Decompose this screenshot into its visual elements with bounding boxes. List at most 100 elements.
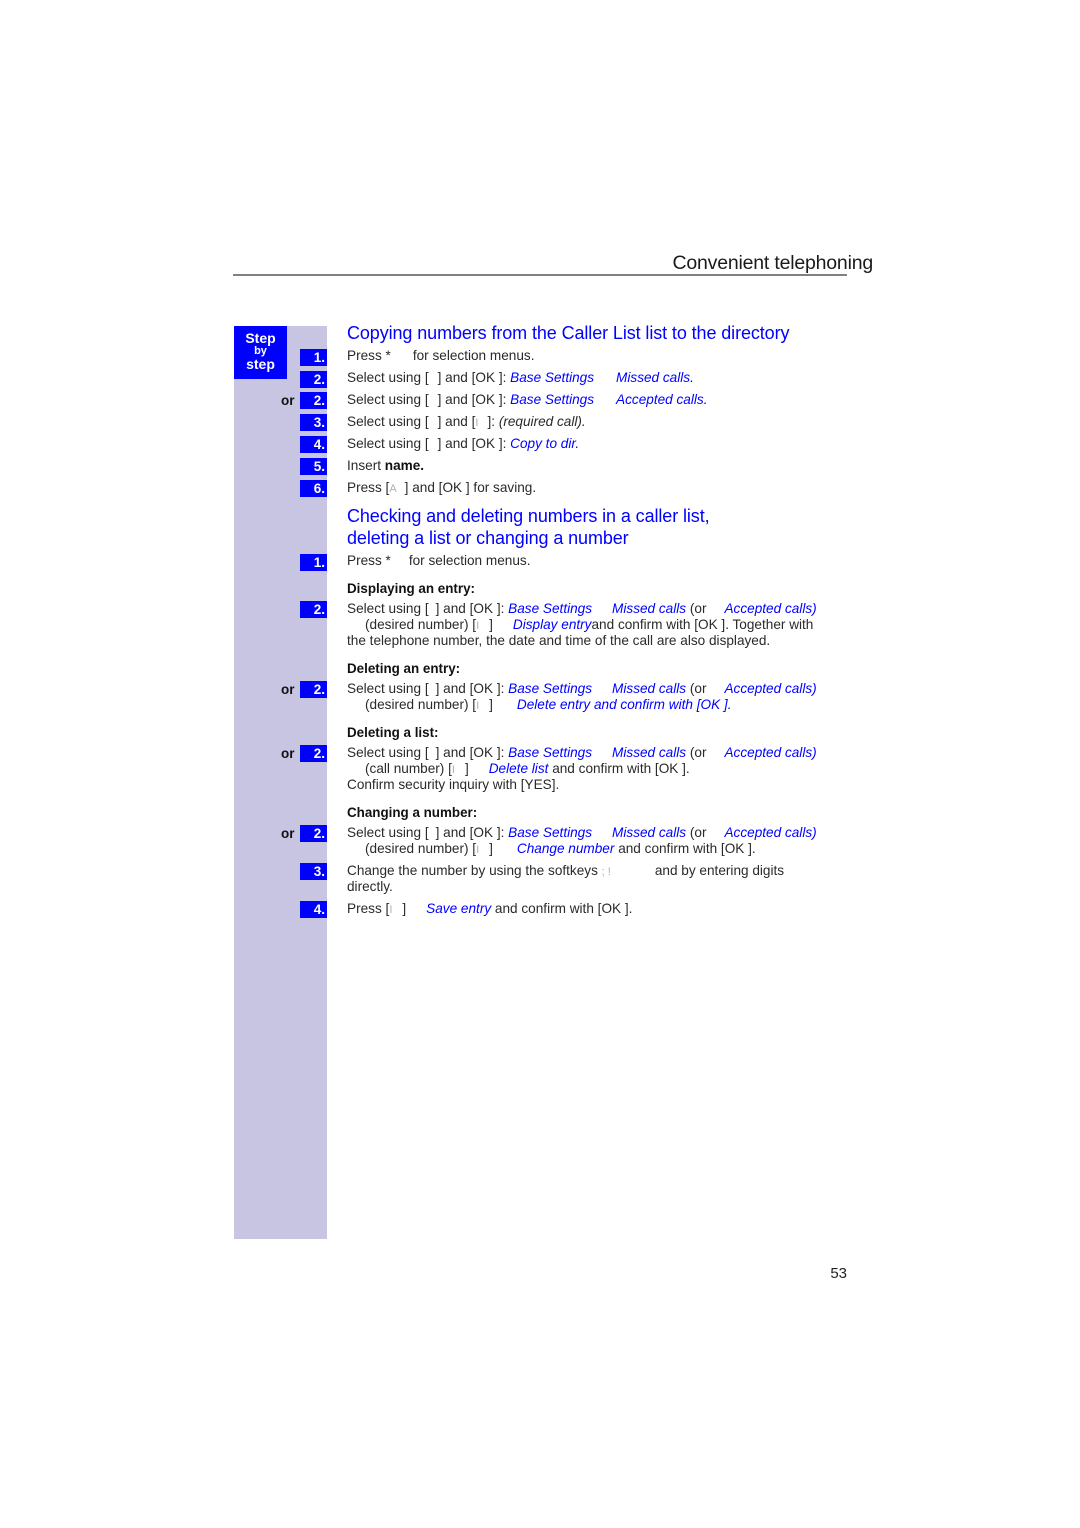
menu-link-accepted-calls[interactable]: Accepted calls) [724,825,816,840]
text: (desired number) [ [365,697,477,712]
subheading-changing-number: Changing a number: [347,805,478,820]
instruction-line: directly. [347,879,393,896]
text: Select using [ [347,825,429,840]
step-number: 2. [300,745,327,762]
instruction-line: Select using [] and [OK ]: Base Settings… [347,392,707,409]
menu-link-accepted-calls[interactable]: Accepted calls) [724,681,816,696]
key-icon: I [476,620,480,632]
step-number: 2. [300,601,327,618]
header-rule [233,274,847,276]
instruction-line: (desired number) [I] Display entryand con… [365,617,813,635]
text: Select using [ [347,745,429,760]
text: and confirm with [OK ]. [494,901,633,916]
instruction-line: Select using [] and [I]: (required call)… [347,414,586,432]
text: the telephone number, the date and time … [347,633,771,648]
text: and confirm with [OK ]. Together with [591,617,814,632]
instruction-line: Change the number by using the softkeys … [347,863,784,881]
text: ] and [OK ]: [435,745,505,760]
step-number: 1. [300,554,327,571]
text: (desired number) [ [365,617,477,632]
section-title-checking-line1: Checking and deleting numbers in a calle… [347,506,710,526]
text: ] and [OK ]: [437,370,507,385]
or-label: or [281,746,295,761]
key-icon: I [451,764,455,776]
menu-link-missed-calls[interactable]: Missed calls [612,601,686,616]
menu-link-display-entry[interactable]: Display entry [513,617,592,632]
text: (or [689,681,707,696]
text: directly. [347,879,393,894]
text: for selection menus. [412,348,535,363]
step-number: 2. [300,371,327,388]
menu-link-base-settings[interactable]: Base Settings [508,601,592,616]
menu-link-base-settings[interactable]: Base Settings [510,370,594,385]
text: ] and [OK ]: [437,436,507,451]
step-number: 2. [300,392,327,409]
menu-link-save-entry[interactable]: Save entry [426,901,491,916]
instruction-line: Select using [ ] and [OK ]: Copy to dir. [347,436,579,453]
menu-link-copy-to-dir[interactable]: Copy to dir. [510,436,579,451]
text: Select using [ [347,370,429,385]
step-number: 2. [300,825,327,842]
instruction-line: Press [I] Save entry and confirm with [OK… [347,901,632,919]
instruction-line: Select using [ ] and [OK ]: Base Settings… [347,370,694,387]
text: (required call). [498,414,586,429]
menu-link-base-settings[interactable]: Base Settings [510,392,594,407]
key-icon: A [389,483,397,495]
text: ] and [OK ]: [435,825,505,840]
menu-link-missed-calls[interactable]: Missed calls [612,825,686,840]
text: Select using [ [347,601,429,616]
section-title-copying: Copying numbers from the Caller List lis… [347,323,790,343]
menu-link-change-number[interactable]: Change number [517,841,615,856]
menu-link-base-settings[interactable]: Base Settings [508,825,592,840]
menu-link-accepted-calls[interactable]: Accepted calls) [724,601,816,616]
subheading-deleting-list: Deleting a list: [347,725,439,740]
instruction-line: Press [A] and [OK ] for saving. [347,480,536,498]
text: and confirm with [OK ]. [552,761,690,776]
text: and confirm with [OK ]. [618,841,756,856]
menu-link-base-settings[interactable]: Base Settings [508,681,592,696]
subheading-deleting-entry: Deleting an entry: [347,661,461,676]
step-number: 5. [300,458,327,475]
text: (or [689,745,707,760]
menu-link-accepted-calls[interactable]: Accepted calls. [616,392,707,407]
page-header-title: Convenient telephoning [672,252,873,274]
text: ] and [ [437,414,476,429]
text: ] and [OK ]: [437,392,507,407]
or-label: or [281,826,295,841]
menu-link-delete-entry[interactable]: Delete entry and confirm with [OK ]. [517,697,732,712]
instruction-line: the telephone number, the date and time … [347,633,770,650]
menu-link-delete-list[interactable]: Delete list [489,761,549,776]
menu-link-accepted-calls[interactable]: Accepted calls) [724,745,816,760]
text: and by entering digits [654,863,785,878]
instruction-line: Confirm security inquiry with [YES]. [347,777,559,794]
menu-link-missed-calls[interactable]: Missed calls [612,745,686,760]
key-icon: I [476,700,480,712]
instruction-line: (desired number) [I] Delete entry and con… [365,697,731,715]
instruction-line: Insert name. [347,458,424,475]
or-label: or [281,682,295,697]
key-icon: I [475,417,479,429]
section-title-checking-line2: deleting a list or changing a number [347,528,629,548]
step-number: 3. [300,863,327,880]
text: ] [402,901,407,916]
menu-link-base-settings[interactable]: Base Settings [508,745,592,760]
text: Press * [347,553,391,568]
step-number: 4. [300,901,327,918]
subheading-displaying-entry: Displaying an entry: [347,581,475,596]
menu-link-missed-calls[interactable]: Missed calls [612,681,686,696]
text: ] and [OK ]: [435,681,505,696]
text: Confirm security inquiry with [YES]. [347,777,560,792]
text: Select using [ [347,681,429,696]
text: ] and [OK ] for saving. [404,480,537,495]
text: for selection menus. [408,553,531,568]
key-icon: I [389,904,393,916]
instruction-line: Select using [ ] and [OK ]: Base Settings… [347,825,817,842]
text: Select using [ [347,436,429,451]
text: ] [489,841,493,856]
text: (or [689,825,707,840]
step-number: 3. [300,414,327,431]
instruction-line: Press * for selection menus. [347,348,534,365]
menu-link-missed-calls[interactable]: Missed calls. [616,370,694,385]
instruction-line: (desired number) [I] Change number and co… [365,841,756,859]
text: Insert [347,458,381,473]
